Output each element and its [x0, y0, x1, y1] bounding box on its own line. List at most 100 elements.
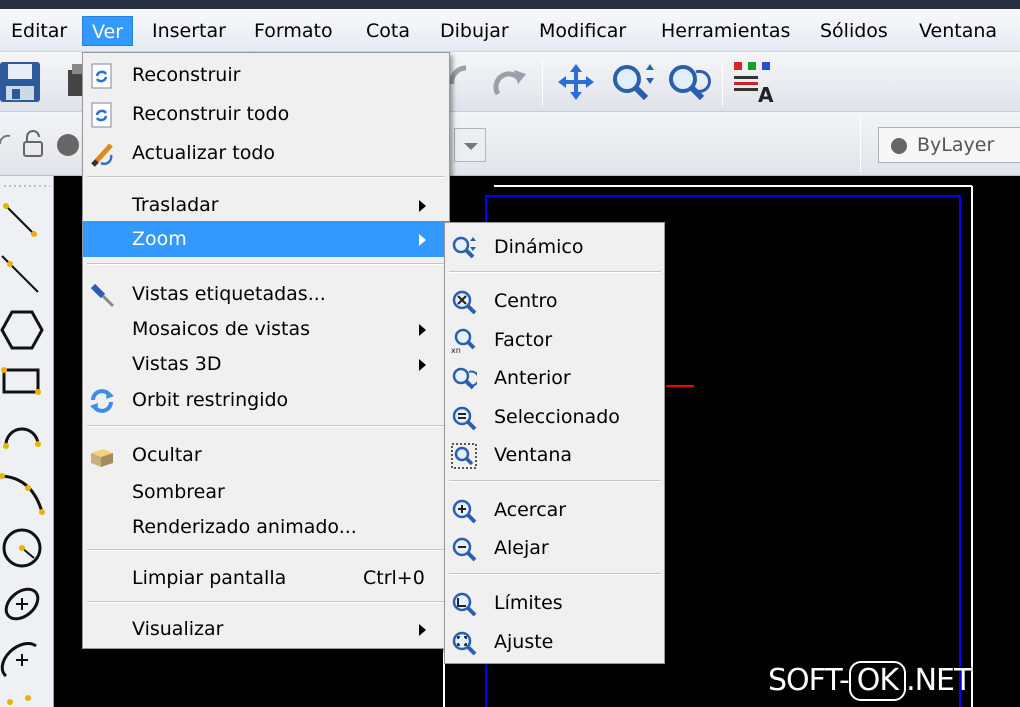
- menu-modificar[interactable]: Modificar: [530, 16, 635, 46]
- menu-item-label: Sombrear: [132, 481, 225, 503]
- menu-item-sombrear[interactable]: Sombrear: [83, 474, 449, 510]
- line-tool-icon[interactable]: [3, 203, 37, 237]
- zoom-in-icon: [452, 499, 477, 524]
- zoom-submenu: Dinámico Centro xn Factor Anterior Selec…: [444, 222, 665, 664]
- menu-item-label: Renderizado animado...: [132, 516, 357, 538]
- zoom-item-ventana[interactable]: Ventana: [445, 437, 664, 473]
- menu-separator: [87, 601, 445, 603]
- toolbar-separator: [542, 60, 543, 106]
- zoom-limits-icon: [452, 592, 477, 617]
- menu-formato[interactable]: Formato: [245, 16, 342, 46]
- menu-item-reconstruir[interactable]: Reconstruir: [83, 57, 449, 93]
- submenu-arrow-icon: [419, 624, 426, 636]
- menu-item-vistas-etiquetadas[interactable]: Vistas etiquetadas...: [83, 276, 449, 312]
- menu-item-label: Mosaicos de vistas: [132, 318, 311, 340]
- zoom-out-icon: [452, 537, 477, 562]
- pencil-refresh-icon: [91, 143, 113, 167]
- zoom-item-label: Ventana: [494, 444, 573, 466]
- menu-item-label: Visualizar: [132, 618, 224, 640]
- layer-dropdown-arrow[interactable]: [454, 128, 486, 162]
- zoom-item-label: Acercar: [494, 499, 567, 521]
- menu-separator: [449, 480, 661, 482]
- watermark-left: SOFT-: [768, 663, 850, 698]
- undo-icon[interactable]: [450, 64, 472, 104]
- rebuild-icon: [91, 63, 112, 89]
- menu-item-label: Vistas etiquetadas...: [132, 283, 326, 305]
- zoom-item-centro[interactable]: Centro: [445, 283, 664, 319]
- menu-separator: [87, 263, 445, 265]
- submenu-arrow-icon: [419, 200, 426, 212]
- zoom-item-limites[interactable]: Límites: [445, 585, 664, 621]
- pan-icon[interactable]: [556, 62, 596, 102]
- menu-item-label: Ocultar: [132, 444, 202, 466]
- ellipse-arc-tool-icon[interactable]: [0, 642, 37, 678]
- menu-item-visualizar[interactable]: Visualizar: [83, 611, 449, 647]
- zoom-item-factor[interactable]: xn Factor: [445, 322, 664, 358]
- properties-text-icon[interactable]: A: [734, 62, 780, 104]
- menu-item-actualizar-todo[interactable]: Actualizar todo: [83, 135, 449, 171]
- menu-item-label: Vistas 3D: [132, 353, 222, 375]
- zoom-item-label: Límites: [494, 592, 563, 614]
- menu-item-mosaicos-de-vistas[interactable]: Mosaicos de vistas: [83, 311, 449, 347]
- zoom-selected-icon: [452, 406, 477, 431]
- toolbar-separator: [860, 114, 861, 172]
- hide-box-icon: [91, 449, 113, 467]
- color-bylayer-combo[interactable]: ByLayer: [878, 127, 1020, 163]
- zoom-item-dinamico[interactable]: Dinámico: [445, 229, 664, 265]
- menu-item-trasladar[interactable]: Trasladar: [83, 187, 449, 223]
- menu-solidos[interactable]: Sólidos: [811, 16, 897, 46]
- menu-item-reconstruir-todo[interactable]: Reconstruir todo: [83, 96, 449, 132]
- menu-dibujar[interactable]: Dibujar: [431, 16, 518, 46]
- circle-tool-icon[interactable]: [2, 528, 42, 568]
- menu-ver[interactable]: Ver: [82, 16, 134, 46]
- svg-text:A: A: [758, 83, 774, 104]
- menu-insertar[interactable]: Insertar: [143, 16, 235, 46]
- zoom-factor-icon: xn: [451, 328, 476, 354]
- zoom-window-icon: [451, 443, 477, 469]
- menu-item-renderizado-animado[interactable]: Renderizado animado...: [83, 509, 449, 545]
- menu-item-label: Reconstruir: [132, 64, 241, 86]
- zoom-previous-toolbar-icon[interactable]: [666, 60, 712, 104]
- menu-editar[interactable]: Editar: [2, 16, 76, 46]
- zoom-realtime-icon[interactable]: [610, 60, 656, 104]
- zoom-item-anterior[interactable]: Anterior: [445, 360, 664, 396]
- zoom-item-alejar[interactable]: Alejar: [445, 530, 664, 566]
- watermark: SOFT- OK .NET: [768, 660, 972, 702]
- rectangle-tool-icon[interactable]: [1, 367, 41, 395]
- menu-item-label: Trasladar: [132, 194, 219, 216]
- save-icon[interactable]: [0, 60, 44, 104]
- menu-item-zoom[interactable]: Zoom: [83, 221, 449, 257]
- zoom-item-label: Dinámico: [494, 236, 584, 258]
- redo-icon[interactable]: [490, 64, 530, 104]
- menu-separator: [87, 176, 445, 178]
- menu-item-limpiar-pantalla[interactable]: Limpiar pantalla Ctrl+0: [83, 560, 449, 596]
- layer-state-icons[interactable]: [0, 130, 80, 160]
- menu-ventana[interactable]: Ventana: [910, 16, 1006, 46]
- menu-separator: [449, 271, 661, 273]
- ray-tool-icon[interactable]: [1, 255, 39, 293]
- zoom-item-seleccionado[interactable]: Seleccionado: [445, 399, 664, 435]
- menu-herramientas[interactable]: Herramientas: [652, 16, 799, 46]
- zoom-item-ajuste[interactable]: Ajuste: [445, 624, 664, 660]
- draw-toolbar: [0, 176, 54, 707]
- menu-separator: [449, 573, 661, 575]
- title-bar-strip: [0, 0, 1020, 9]
- zoom-previous-icon: [452, 367, 477, 390]
- menu-item-label: Reconstruir todo: [132, 103, 290, 125]
- color-swatch-icon: [891, 138, 907, 154]
- zoom-item-acercar[interactable]: Acercar: [445, 492, 664, 528]
- zoom-dynamic-icon: [452, 236, 476, 259]
- arc-3point-tool-icon[interactable]: [0, 473, 45, 515]
- point-tool-icon[interactable]: [7, 695, 31, 705]
- zoom-item-label: Centro: [494, 290, 558, 312]
- ellipse-tool-icon[interactable]: [0, 583, 43, 625]
- menu-separator: [87, 425, 445, 427]
- menu-item-ocultar[interactable]: Ocultar: [83, 437, 449, 473]
- menu-item-orbit-restringido[interactable]: Orbit restringido: [83, 382, 449, 418]
- menu-item-label: Actualizar todo: [132, 142, 276, 164]
- polygon-tool-icon[interactable]: [0, 310, 44, 350]
- menu-cota[interactable]: Cota: [357, 16, 419, 46]
- arc-tool-icon[interactable]: [3, 427, 41, 449]
- menu-item-vistas-3d[interactable]: Vistas 3D: [83, 346, 449, 382]
- zoom-item-label: Alejar: [494, 537, 549, 559]
